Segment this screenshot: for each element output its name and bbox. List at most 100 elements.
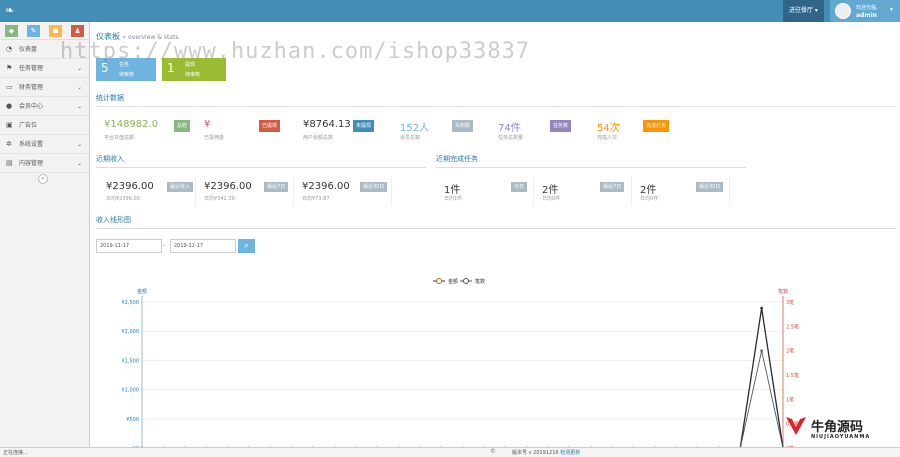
chevron-down-icon: ⌄ bbox=[76, 103, 82, 110]
sidebar-item-label: 会员中心 bbox=[19, 103, 44, 110]
user-menu[interactable]: 欢迎光临, admin ▾ bbox=[830, 0, 900, 22]
stat-badge: 总收入 bbox=[174, 120, 190, 141]
leaf-icon[interactable]: ❧ bbox=[5, 4, 19, 18]
stat-balance: ¥8764.13 用户余额总数 未提现 bbox=[303, 116, 389, 146]
top-navbar: ❧ 进驻餐厅 ▾ 欢迎光临, admin ▾ bbox=[0, 0, 900, 22]
check-update-link[interactable]: 检测更新 bbox=[560, 450, 580, 456]
y2-tick-label: 2笔 bbox=[786, 348, 794, 355]
tile-line2: 待审核 bbox=[119, 72, 135, 78]
income-today: ¥2396.00 日均¥2396.00 最近收入 bbox=[98, 176, 196, 206]
divider bbox=[96, 228, 896, 229]
income-value: ¥2396.00 bbox=[204, 181, 252, 192]
watermark-text: https://www.huzhan.com/ishop33837 bbox=[60, 39, 531, 64]
legend-label: 金额 bbox=[448, 278, 458, 285]
stat-members: 152人 会员总数 实到数 bbox=[400, 116, 486, 146]
brand-name: 牛角源码 bbox=[811, 420, 864, 435]
end-date-input[interactable]: 2019-12-17 bbox=[170, 239, 236, 253]
stat-value: ¥148982.0 bbox=[104, 119, 159, 130]
section-tasks-title: 近期完成任务 bbox=[436, 155, 478, 163]
status-bar: 正在连接... © 版本号 v 20191216 检测更新 bbox=[0, 447, 900, 457]
stat-value: 74件 bbox=[498, 123, 521, 134]
stat-completed: 54次 完成人次 完成任务 bbox=[597, 116, 683, 146]
legend-marker bbox=[436, 278, 442, 284]
y-tick-label: ¥500 bbox=[126, 417, 139, 423]
sidebar-item-label: 财务管理 bbox=[19, 84, 44, 91]
main-content: 仪表板 » overview & stats 5 任务 待审核 1 提现 待审核… bbox=[90, 22, 900, 447]
wallet-icon: ▭ bbox=[6, 83, 13, 91]
version-info: 版本号 v 20191216 检测更新 bbox=[512, 449, 580, 456]
sidebar-item-finance[interactable]: ▭ 财务管理 ⌄ bbox=[0, 78, 89, 97]
brand-name-en: NIUJIAOYUANMA bbox=[811, 434, 871, 440]
stat-value: 152人 bbox=[400, 123, 430, 134]
flag-icon: ⚑ bbox=[6, 64, 13, 72]
book-icon: ▤ bbox=[6, 159, 13, 167]
start-date-input[interactable]: 2019-11-17 bbox=[96, 239, 162, 253]
user-welcome: 欢迎光临, bbox=[856, 5, 878, 11]
stat-sub: 会员总数 bbox=[400, 135, 421, 141]
picture-icon: ▣ bbox=[6, 121, 13, 129]
date-separator: - bbox=[163, 242, 166, 249]
tasks-value: 2件 bbox=[640, 185, 657, 196]
status-text: 正在连接... bbox=[3, 450, 28, 456]
sidebar-item-ads[interactable]: ▣ 广告位 bbox=[0, 116, 89, 135]
income-7days: ¥2396.00 日均¥342.29 最近7日 bbox=[196, 176, 294, 206]
shop-button[interactable]: 进驻餐厅 ▾ bbox=[783, 0, 824, 22]
stat-tasks: 74件 任务总数量 任务数 bbox=[498, 116, 584, 146]
sidebar-item-content[interactable]: ▤ 内容管理 ⌄ bbox=[0, 154, 89, 173]
tasks-sub: 日均0件 bbox=[640, 196, 659, 202]
tasks-value: 1件 bbox=[444, 185, 461, 196]
right-axis-title: 笔数 bbox=[778, 288, 788, 295]
stat-badge: 未提现 bbox=[353, 120, 375, 132]
divider bbox=[436, 167, 746, 168]
collapse-sidebar-button[interactable]: « bbox=[38, 174, 48, 184]
left-axis-title: 金额 bbox=[137, 288, 147, 295]
avatar bbox=[835, 3, 851, 19]
sidebar: ◆ ✎ ☗ ♟ ◔ 仪表盘 ⚑ 任务管理 ⌄ ▭ 财务管理 ⌄ ● 会员中心 ⌄ ▣ 广告位 ✲… bbox=[0, 22, 90, 447]
tasks-badge: 今日 bbox=[511, 182, 528, 192]
stat-badge: 完成任务 bbox=[643, 120, 670, 132]
stat-sub: 用户余额总数 bbox=[303, 135, 334, 141]
stat-badge: 实到数 bbox=[452, 120, 474, 132]
series-line bbox=[739, 307, 784, 447]
stat-value: ¥ bbox=[204, 119, 211, 130]
sidebar-item-members[interactable]: ● 会员中心 ⌄ bbox=[0, 97, 89, 116]
income-line-chart: 金额笔数金额笔数¥0¥500¥1,000¥1,500¥2,000¥2,5000笔… bbox=[122, 278, 799, 447]
sidebar-item-settings[interactable]: ✲ 系统设置 ⌄ bbox=[0, 135, 89, 154]
stat-sub: 完成人次 bbox=[597, 135, 618, 141]
divider bbox=[96, 106, 896, 107]
pencil-icon[interactable]: ✎ bbox=[27, 25, 40, 37]
user-icon: ● bbox=[6, 102, 13, 110]
y-tick-label: ¥1,500 bbox=[122, 358, 140, 364]
sidebar-item-label: 广告位 bbox=[19, 122, 38, 129]
series-line bbox=[740, 350, 784, 447]
shop-button-label: 进驻餐厅 bbox=[789, 7, 814, 14]
stat-sub: 平台充值总额 bbox=[104, 135, 135, 141]
group-icon[interactable]: ☗ bbox=[49, 25, 62, 37]
sidebar-shortcuts: ◆ ✎ ☗ ♟ bbox=[0, 22, 89, 40]
tasks-sub: 日均1件 bbox=[444, 196, 463, 202]
stat-total-income: ¥148982.0 平台充值总额 总收入 bbox=[104, 116, 190, 146]
stat-sub: 已提佣金 bbox=[204, 135, 225, 141]
section-income-title: 近期收入 bbox=[96, 155, 124, 163]
section-stats-title: 统计数据 bbox=[96, 94, 124, 102]
brand-mark-icon bbox=[786, 417, 806, 435]
tasks-value: 2件 bbox=[542, 185, 559, 196]
signal-icon[interactable]: ◆ bbox=[5, 25, 18, 37]
income-badge: 最近7日 bbox=[264, 182, 289, 192]
legend-label: 笔数 bbox=[475, 278, 485, 285]
stat-badge: 任务数 bbox=[550, 120, 572, 132]
dashboard-icon: ◔ bbox=[6, 45, 13, 53]
search-button[interactable]: ⌕ bbox=[238, 239, 255, 253]
data-point bbox=[760, 306, 763, 310]
sidebar-item-label: 仪表盘 bbox=[19, 46, 38, 53]
sidebar-item-label: 系统设置 bbox=[19, 141, 44, 148]
tasks-7days: 2件 日均0件 最近7日 bbox=[534, 176, 632, 206]
chevron-down-icon: ▾ bbox=[890, 6, 894, 13]
y2-tick-label: 3笔 bbox=[786, 299, 794, 306]
copyright-icon: © bbox=[490, 448, 496, 455]
cogs-icon[interactable]: ♟ bbox=[71, 25, 84, 37]
tasks-badge: 最近7日 bbox=[600, 182, 625, 192]
y2-tick-label: 1.5笔 bbox=[786, 372, 799, 379]
tasks-30days: 2件 日均0件 最近30日 bbox=[632, 176, 730, 206]
stat-sub: 任务总数量 bbox=[498, 135, 524, 141]
